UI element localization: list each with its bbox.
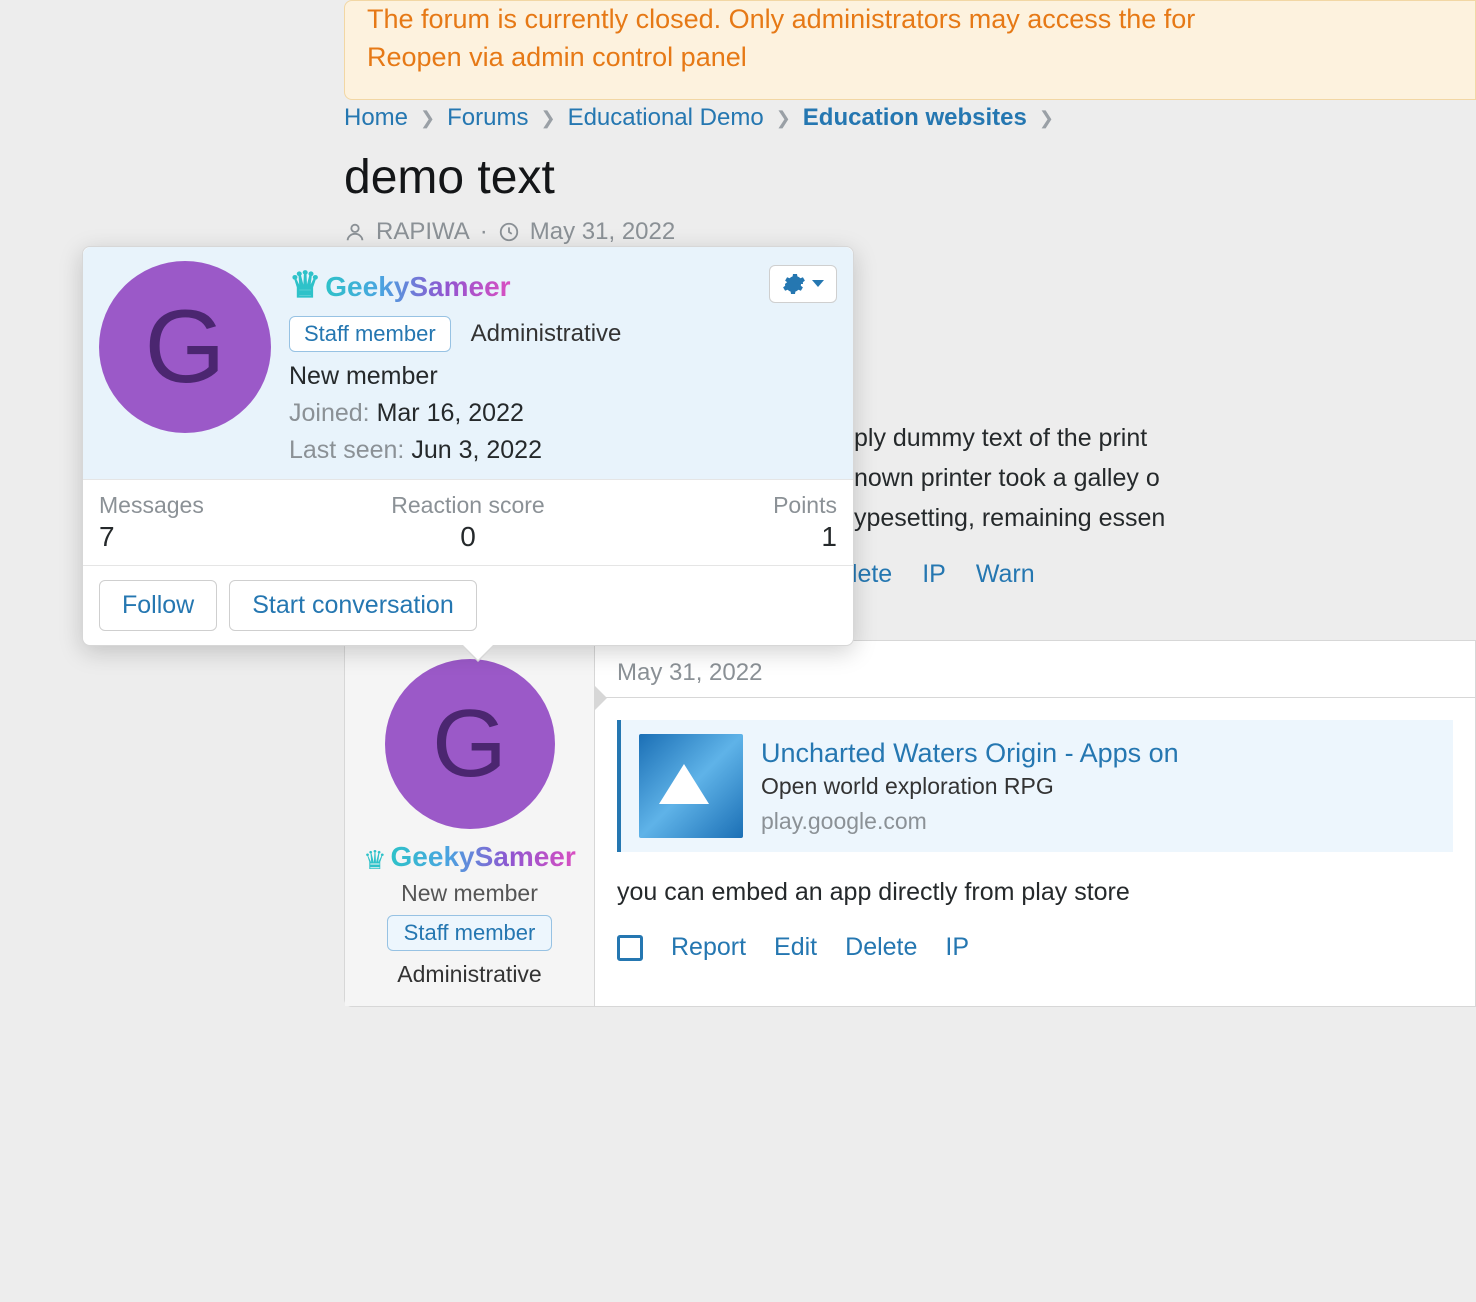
staff-badge: Staff member — [387, 915, 553, 951]
report-link[interactable]: Report — [671, 933, 746, 962]
post-actions: Report Edit Delete IP — [595, 923, 1475, 978]
page-title: demo text — [344, 150, 555, 205]
chevron-right-icon: ❯ — [1039, 108, 1054, 129]
breadcrumb-home[interactable]: Home — [344, 104, 408, 132]
popover-info: ♛GeekySameer Staff member Administrative… — [289, 261, 837, 465]
post-username-row[interactable]: ♛GeekySameer — [355, 841, 584, 876]
embed-title[interactable]: Uncharted Waters Origin - Apps on — [761, 738, 1179, 769]
thread-meta: RAPIWA · May 31, 2022 — [344, 218, 675, 246]
follow-button[interactable]: Follow — [99, 580, 217, 631]
alert-line2[interactable]: Reopen via admin control panel — [367, 39, 1453, 77]
forum-closed-alert: The forum is currently closed. Only admi… — [344, 0, 1476, 100]
admin-label: Administrative — [471, 320, 622, 348]
meta-separator: · — [480, 218, 488, 246]
breadcrumb-forums[interactable]: Forums — [447, 104, 528, 132]
embed-info: Uncharted Waters Origin - Apps on Open w… — [761, 738, 1179, 835]
stat-messages-value: 7 — [99, 521, 345, 553]
user-title: New member — [355, 880, 584, 907]
post-actions-partial: elete IP Warn — [838, 560, 1035, 589]
post-date[interactable]: May 31, 2022 — [595, 641, 1475, 697]
crown-icon: ♛ — [289, 264, 321, 305]
ip-link[interactable]: IP — [945, 933, 969, 962]
crown-icon: ♛ — [363, 845, 386, 875]
joined-label: Joined: — [289, 399, 370, 427]
post-user-sidebar: G ♛GeekySameer New member Staff member A… — [345, 641, 595, 1006]
settings-dropdown-button[interactable] — [769, 265, 837, 303]
user-popover: G ♛GeekySameer Staff member Administrati… — [82, 246, 854, 646]
edit-link[interactable]: Edit — [774, 933, 817, 962]
stat-reaction-value: 0 — [345, 521, 591, 553]
clock-icon — [498, 221, 520, 243]
post-username: GeekySameer — [391, 841, 576, 873]
ip-link[interactable]: IP — [922, 560, 946, 589]
admin-label: Administrative — [355, 961, 584, 988]
select-post-checkbox[interactable] — [617, 935, 643, 961]
staff-badge: Staff member — [289, 316, 451, 352]
post-body-snippet: ply dummy text of the print nown printer… — [854, 418, 1476, 538]
divider — [595, 697, 1475, 698]
post-main: May 31, 2022 Uncharted Waters Origin - A… — [595, 641, 1475, 1006]
stat-messages[interactable]: Messages 7 — [83, 480, 345, 565]
stat-points[interactable]: Points 1 — [591, 480, 853, 565]
user-title: New member — [289, 362, 837, 391]
popover-actions: Follow Start conversation — [83, 566, 853, 645]
popover-username-row[interactable]: ♛GeekySameer — [289, 261, 511, 306]
alert-line1: The forum is currently closed. Only admi… — [367, 1, 1453, 39]
breadcrumb-educational-demo[interactable]: Educational Demo — [568, 104, 764, 132]
delete-link[interactable]: Delete — [845, 933, 917, 962]
stat-points-label: Points — [591, 492, 837, 519]
stat-reaction-label: Reaction score — [345, 492, 591, 519]
avatar[interactable]: G — [99, 261, 271, 433]
stat-points-value: 1 — [591, 521, 837, 553]
lastseen-label: Last seen: — [289, 436, 404, 464]
start-conversation-button[interactable]: Start conversation — [229, 580, 477, 631]
chevron-right-icon: ❯ — [420, 108, 435, 129]
breadcrumb: Home ❯ Forums ❯ Educational Demo ❯ Educa… — [344, 104, 1054, 132]
thread-author[interactable]: RAPIWA — [376, 218, 470, 246]
user-icon — [344, 221, 366, 243]
popover-stats: Messages 7 Reaction score 0 Points 1 — [83, 479, 853, 566]
joined-value: Mar 16, 2022 — [377, 399, 524, 427]
popover-username: GeekySameer — [325, 271, 510, 303]
thread-date: May 31, 2022 — [530, 218, 675, 246]
thread-post: G ♛GeekySameer New member Staff member A… — [344, 640, 1476, 1007]
breadcrumb-current[interactable]: Education websites — [803, 104, 1027, 132]
lastseen-value: Jun 3, 2022 — [411, 436, 542, 464]
joined-row: Joined: Mar 16, 2022 — [289, 399, 837, 428]
chevron-down-icon — [812, 280, 824, 287]
post-body: you can embed an app directly from play … — [595, 874, 1475, 923]
lastseen-row: Last seen: Jun 3, 2022 — [289, 436, 837, 465]
embed-card[interactable]: Uncharted Waters Origin - Apps on Open w… — [617, 720, 1453, 852]
warn-link[interactable]: Warn — [976, 560, 1035, 589]
chevron-right-icon: ❯ — [776, 108, 791, 129]
stat-messages-label: Messages — [99, 492, 345, 519]
embed-thumbnail — [639, 734, 743, 838]
gear-icon — [782, 272, 806, 296]
stat-reaction[interactable]: Reaction score 0 — [345, 480, 591, 565]
embed-subtitle: Open world exploration RPG — [761, 773, 1179, 800]
popover-header: G ♛GeekySameer Staff member Administrati… — [83, 247, 853, 479]
avatar[interactable]: G — [385, 659, 555, 829]
embed-domain: play.google.com — [761, 808, 1179, 835]
chevron-right-icon: ❯ — [540, 108, 555, 129]
